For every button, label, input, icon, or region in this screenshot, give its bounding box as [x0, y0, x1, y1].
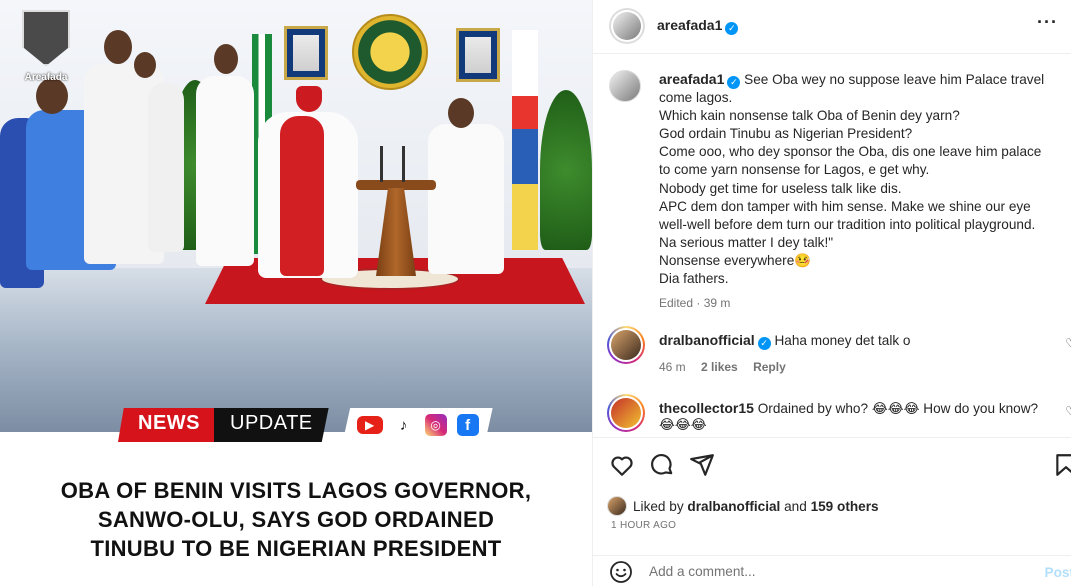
comment-text: Haha money det talk o: [774, 333, 911, 348]
shield-logo-icon: [22, 10, 70, 66]
facebook-icon: f: [456, 414, 479, 436]
headline-line: TINUBU TO BE NIGERIAN PRESIDENT: [90, 536, 502, 561]
plant-right: [540, 90, 592, 250]
comment-time: 46 m: [659, 360, 686, 374]
headline-line: OBA OF BENIN VISITS LAGOS GOVERNOR,: [60, 478, 532, 503]
caption-line: come lagos.: [659, 90, 733, 106]
liked-by-user[interactable]: dralbanofficial: [687, 499, 780, 514]
like-heart-icon[interactable]: [609, 452, 635, 478]
author-avatar[interactable]: [609, 8, 645, 44]
comment-username[interactable]: dralbanofficial: [659, 332, 755, 348]
person-head: [134, 52, 156, 78]
governor-white-outfit: [428, 124, 504, 274]
youtube-icon: ▶: [356, 416, 383, 434]
portrait-frame-right: [456, 28, 500, 82]
comment-username[interactable]: thecollector15: [659, 400, 754, 416]
comment-body: dralbanofficial ✓ Haha money det talk o: [659, 332, 911, 350]
caption-line: well-well before dem turn our tradition …: [659, 216, 1036, 232]
news-label: NEWS: [118, 408, 214, 442]
comment-item: dralbanofficial ✓ Haha money det talk o 4…: [607, 326, 1071, 382]
emoji-icon[interactable]: [609, 560, 633, 584]
more-options-icon[interactable]: ···: [1037, 12, 1058, 33]
liked-by-and: and: [780, 498, 811, 514]
verified-badge-icon: ✓: [757, 337, 771, 350]
tiktok-icon: ♪: [392, 414, 415, 436]
post-photo: Areafada: [0, 0, 592, 432]
person-head: [448, 98, 474, 128]
caption-line: Na serious matter I dey talk!": [659, 234, 834, 250]
caption-line: God ordain Tinubu as Nigerian President?: [659, 126, 913, 142]
post-side-panel: areafada1 ✓ ··· areafada1 ✓ See Oba wey no…: [592, 0, 1071, 586]
comment-body: thecollector15 Ordained by who? 😂😂😂 How …: [659, 400, 1038, 433]
comment-avatar[interactable]: [607, 326, 645, 364]
oba-red-sash: [280, 116, 324, 276]
lagos-flag: [512, 30, 538, 250]
caption-line: Which kain nonsense talk Oba of Benin de…: [659, 108, 960, 124]
person-white-young: [196, 76, 254, 266]
news-update-banner: NEWS UPDATE ▶ ♪ ◎ f: [118, 408, 493, 442]
liked-by-count[interactable]: 159 others: [811, 499, 879, 514]
author-username-row: areafada1 ✓: [657, 17, 739, 35]
comment-input[interactable]: [649, 564, 1009, 579]
author-username[interactable]: areafada1: [657, 17, 722, 33]
reply-button[interactable]: Reply: [753, 360, 786, 374]
avatar-image: [611, 398, 641, 428]
caption-line: to come yarn nonsense for Lagos, e get w…: [659, 162, 930, 178]
post-header: areafada1 ✓ ···: [593, 0, 1071, 54]
watermark-text: Areafada: [24, 72, 68, 83]
caption-line: Dia fathers.: [659, 271, 729, 287]
portrait-frame-left: [284, 26, 328, 80]
post-actions: Liked by dralbanofficial and 159 others …: [593, 437, 1071, 586]
save-bookmark-icon[interactable]: [1053, 452, 1071, 478]
instagram-icon: ◎: [424, 414, 447, 436]
caption-avatar[interactable]: [609, 70, 641, 102]
lagos-state-seal: [352, 14, 428, 90]
caption-username[interactable]: areafada1: [659, 71, 724, 87]
caption-line: Come ooo, who dey sponsor the Oba, dis o…: [659, 144, 1042, 160]
liked-by: Liked by dralbanofficial and 159 others: [607, 496, 879, 516]
caption-line: See Oba wey no suppose leave him Palace …: [744, 72, 1045, 87]
liked-by-avatar: [607, 496, 627, 516]
person-head: [214, 44, 238, 74]
liked-by-text: Liked by dralbanofficial and 159 others: [633, 499, 879, 514]
caption-line: APC dem don tamper with him sense. Make …: [659, 198, 1031, 214]
person-head: [104, 30, 132, 64]
verified-badge-icon: ✓: [725, 22, 739, 35]
post-media[interactable]: Areafada NEWS UPDATE ▶ ♪ ◎ f OBA OF BENI…: [0, 0, 592, 586]
avatar-image: [611, 330, 641, 360]
headline: OBA OF BENIN VISITS LAGOS GOVERNOR, SANW…: [0, 476, 592, 563]
microphone: [402, 146, 405, 182]
share-send-icon[interactable]: [689, 452, 715, 478]
oba-crown: [296, 86, 322, 112]
like-comment-heart-icon[interactable]: ♡: [1065, 336, 1071, 350]
post-caption: areafada1 ✓ See Oba wey no suppose leave …: [659, 70, 1065, 312]
headline-line: SANWO-OLU, SAYS GOD ORDAINED: [97, 507, 495, 532]
add-comment-bar: Post: [593, 555, 1071, 586]
areafada-watermark: Areafada: [16, 8, 76, 88]
comment-bubble-icon[interactable]: [649, 452, 675, 478]
social-icons: ▶ ♪ ◎ f: [342, 408, 493, 442]
microphone: [380, 146, 383, 182]
comment-likes[interactable]: 2 likes: [701, 360, 738, 374]
comment-item: thecollector15 Ordained by who? 😂😂😂 How …: [607, 394, 1071, 436]
comment-avatar[interactable]: [607, 394, 645, 432]
caption-line: Nobody get time for useless talk like di…: [659, 180, 902, 196]
like-comment-heart-icon[interactable]: ♡: [1065, 404, 1071, 418]
post-timestamp: 1 HOUR AGO: [611, 520, 677, 531]
avatar-image: [613, 12, 641, 40]
person-white-back: [148, 82, 184, 252]
liked-by-prefix: Liked by: [633, 498, 688, 514]
comment-text: Ordained by who? 😂😂😂 How do you know?: [757, 401, 1039, 416]
update-label: UPDATE: [214, 408, 329, 442]
verified-badge-icon: ✓: [727, 76, 741, 89]
post-comment-button[interactable]: Post: [1045, 565, 1071, 580]
caption-line: Nonsense everywhere🤒: [659, 252, 812, 268]
comment-meta: 46 m 2 likes Reply: [659, 360, 786, 374]
caption-edited-time: Edited · 39 m: [659, 296, 731, 311]
comment-text-continued: 😂😂😂: [659, 417, 707, 432]
